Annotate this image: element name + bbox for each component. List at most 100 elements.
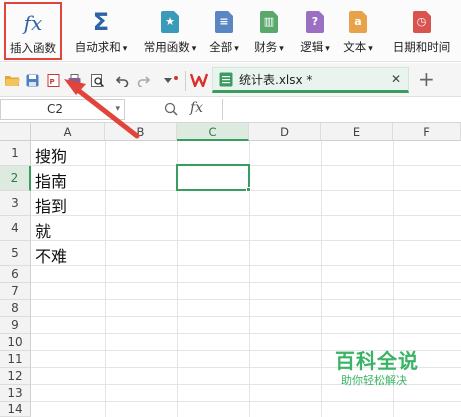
redo-icon[interactable]: [137, 74, 150, 87]
common-functions-dropdown-icon: ▾: [191, 44, 197, 54]
row-header-8-label: 8: [11, 301, 19, 315]
row-header-1-label: 1: [11, 146, 19, 160]
autosum-dropdown-icon: ▾: [122, 44, 128, 54]
cell-a5[interactable]: 不难: [35, 243, 67, 267]
datetime-label: 日期和时间: [392, 40, 451, 54]
row-header-9[interactable]: 9: [0, 317, 31, 334]
row-gridline: [31, 316, 461, 317]
column-header-e[interactable]: E: [321, 123, 393, 141]
print-icon[interactable]: [68, 74, 81, 87]
export-pdf-icon[interactable]: P: [47, 74, 60, 87]
column-header-d-label: D: [280, 125, 289, 139]
print-preview-icon[interactable]: [91, 74, 104, 87]
file-tab-stats-xlsx[interactable]: 统计表.xlsx * ✕: [212, 67, 409, 93]
row-header-3[interactable]: 3: [0, 191, 31, 216]
close-tab-icon[interactable]: ✕: [391, 72, 401, 86]
watermark-title: 百科全说: [335, 349, 419, 373]
row-header-1[interactable]: 1: [0, 141, 31, 166]
logic-dropdown-icon: ▾: [325, 44, 330, 54]
cell-a2[interactable]: 指南: [35, 168, 67, 192]
row-header-11[interactable]: 11: [0, 351, 31, 368]
all-functions-dropdown-icon: ▾: [234, 44, 239, 54]
fx-glyph: fx: [23, 10, 43, 35]
cell-a1[interactable]: 搜狗: [35, 143, 67, 167]
row-header-10[interactable]: 10: [0, 334, 31, 351]
list-doc-icon: ≡: [213, 9, 235, 34]
spreadsheet-file-icon: [219, 72, 233, 86]
column-header-d[interactable]: D: [249, 123, 321, 141]
row-header-14-label: 14: [7, 402, 23, 416]
question-doc-shape: ?: [306, 10, 324, 33]
row-gridline: [31, 282, 461, 283]
finance-doc-icon: ▥: [258, 9, 280, 34]
clock-doc-icon: ◷: [411, 9, 433, 34]
row-header-5[interactable]: 5: [0, 241, 31, 266]
star-doc-shape: ★: [161, 10, 179, 33]
row-header-2[interactable]: 2: [0, 166, 31, 191]
row-header-12[interactable]: 12: [0, 368, 31, 385]
row-header-9-label: 9: [11, 318, 19, 332]
row-header-11-label: 11: [7, 352, 23, 366]
insert-function-label: 插入函数: [10, 41, 56, 55]
formula-fx-icon[interactable]: fx: [190, 100, 203, 116]
fill-handle[interactable]: [246, 187, 251, 192]
question-doc-icon: ?: [304, 9, 326, 34]
name-box-dropdown-icon[interactable]: ▾: [115, 100, 120, 119]
logic-functions-button[interactable]: ? 逻辑 ▾: [294, 0, 336, 62]
formula-input[interactable]: [222, 99, 461, 120]
autosum-button[interactable]: Σ 自动求和 ▾: [70, 0, 132, 62]
undo-icon[interactable]: [116, 74, 129, 87]
text-functions-button[interactable]: a 文本 ▾: [338, 0, 378, 62]
logic-label: 逻辑: [300, 40, 324, 54]
all-functions-label: 全部: [209, 40, 233, 54]
column-gridline: [321, 141, 322, 417]
finance-dropdown-icon: ▾: [279, 44, 284, 54]
new-tab-button[interactable]: +: [418, 67, 435, 91]
column-header-b[interactable]: B: [105, 123, 177, 141]
row-header-13[interactable]: 13: [0, 385, 31, 402]
row-header-6[interactable]: 6: [0, 266, 31, 283]
svg-text:P: P: [50, 78, 55, 86]
cell-a4[interactable]: 就: [35, 218, 51, 242]
column-header-f[interactable]: F: [393, 123, 461, 141]
sigma-icon: Σ: [90, 8, 112, 36]
fx-icon: fx: [22, 10, 44, 35]
formula-ribbon: fx 插入函数 Σ 自动求和 ▾ ★ 常用函数 ▾ ≡ 全部 ▾ ▥ 财务 ▾ …: [0, 0, 461, 62]
row-header-14[interactable]: 14: [0, 402, 31, 417]
column-header-c-label: C: [208, 125, 217, 139]
insert-function-button[interactable]: fx 插入函数: [4, 2, 62, 60]
datetime-functions-button[interactable]: ◷ 日期和时间: [382, 0, 461, 62]
file-tab-label: 统计表.xlsx *: [239, 72, 313, 87]
all-functions-button[interactable]: ≡ 全部 ▾: [204, 0, 244, 62]
name-box[interactable]: C2 ▾: [0, 99, 125, 120]
active-cell-c2[interactable]: [176, 164, 250, 191]
row-gridline: [31, 265, 461, 266]
row-gridline: [31, 299, 461, 300]
column-header-e-label: E: [352, 125, 361, 139]
toolbar-divider: [185, 71, 186, 91]
row-header-8[interactable]: 8: [0, 300, 31, 317]
zoom-search-icon[interactable]: [164, 102, 178, 116]
row-header-12-label: 12: [7, 369, 23, 383]
cell-a3[interactable]: 指到: [35, 193, 67, 217]
row-header-7[interactable]: 7: [0, 283, 31, 300]
common-functions-button[interactable]: ★ 常用函数 ▾: [139, 0, 201, 62]
save-icon[interactable]: [26, 74, 39, 87]
finance-functions-button[interactable]: ▥ 财务 ▾: [248, 0, 290, 62]
text-glyph: a: [354, 15, 362, 28]
common-functions-label: 常用函数: [143, 40, 190, 54]
customize-dropdown-icon[interactable]: [163, 74, 179, 87]
row-header-4[interactable]: 4: [0, 216, 31, 241]
logic-label-wrap: 逻辑 ▾: [300, 39, 330, 55]
text-label: 文本: [343, 40, 367, 54]
star-doc-icon: ★: [159, 9, 181, 34]
watermark-subtitle: 助你轻松解决: [341, 374, 407, 387]
finance-label-wrap: 财务 ▾: [254, 39, 284, 55]
select-all-corner[interactable]: [0, 123, 31, 141]
column-header-a[interactable]: A: [31, 123, 105, 141]
column-header-c[interactable]: C: [177, 123, 249, 141]
text-label-wrap: 文本 ▾: [343, 39, 373, 55]
open-folder-icon[interactable]: [5, 74, 20, 87]
row-gridline: [31, 401, 461, 402]
row-gridline: [31, 215, 461, 216]
